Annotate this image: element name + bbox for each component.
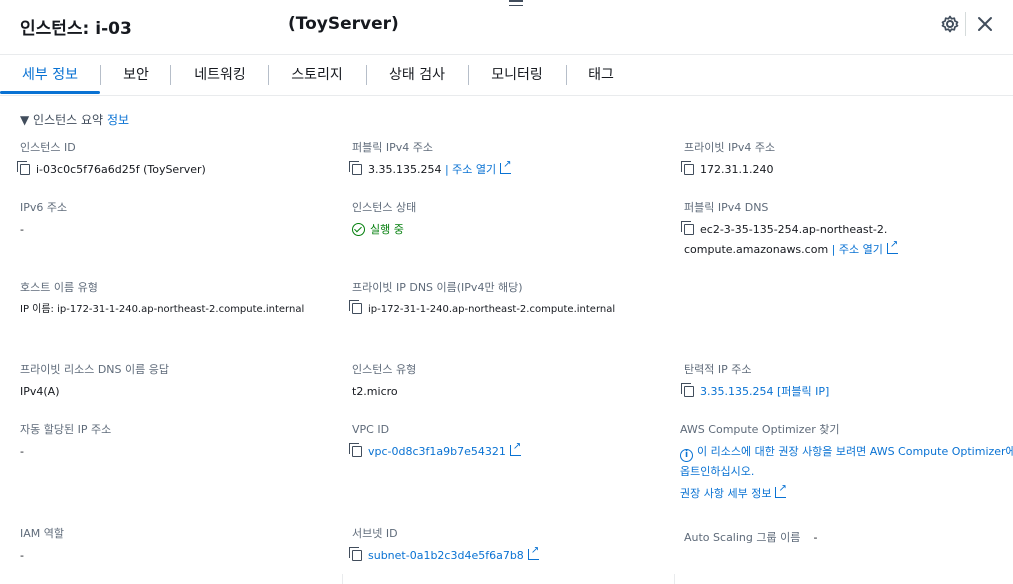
field-label: 호스트 이름 유형 bbox=[20, 281, 98, 294]
tab-details[interactable]: 세부 정보 bbox=[0, 55, 100, 95]
instance-server-name: (ToyServer) bbox=[288, 14, 399, 34]
field-label: 서브넷 ID bbox=[352, 527, 398, 540]
answer-private-dns-value: IPv4(A) bbox=[20, 385, 60, 398]
external-link-icon bbox=[509, 439, 521, 456]
copy-icon[interactable] bbox=[349, 300, 362, 314]
tab-tags[interactable]: 태그 bbox=[566, 55, 636, 95]
field-public-dns: 퍼블릭 IPv4 DNS ec2-3-35-135-254.ap-northea… bbox=[681, 200, 994, 258]
private-ipv4-value: 172.31.1.240 bbox=[700, 163, 774, 176]
field-private-dns-name: 프라이빗 IP DNS 이름(IPv4만 해당) ip-172-31-1-240… bbox=[349, 280, 662, 318]
settings-gear-icon[interactable] bbox=[940, 14, 960, 34]
copy-icon[interactable] bbox=[349, 547, 362, 561]
field-label: IPv6 주소 bbox=[20, 201, 68, 214]
field-label: 탄력적 IP 주소 bbox=[684, 363, 752, 376]
field-instance-type: 인스턴스 유형 t2.micro bbox=[352, 362, 662, 400]
field-label: AWS Compute Optimizer 찾기 bbox=[680, 423, 840, 436]
copy-icon[interactable] bbox=[681, 161, 694, 175]
public-dns-value-cont: compute.amazonaws.com bbox=[684, 243, 829, 256]
tab-monitoring[interactable]: 모니터링 bbox=[468, 55, 566, 95]
field-label: IAM 역할 bbox=[20, 527, 64, 540]
private-dns-name-value: ip-172-31-1-240.ap-northeast-2.compute.i… bbox=[368, 304, 616, 315]
public-dns-value: ec2-3-35-135-254.ap-northeast-2. bbox=[700, 223, 888, 236]
field-public-ipv4: 퍼블릭 IPv4 주소 3.35.135.254 | 주소 열기 bbox=[349, 140, 662, 178]
external-link-icon bbox=[775, 481, 787, 498]
copy-icon[interactable] bbox=[349, 161, 362, 175]
open-address-link[interactable]: | 주소 열기 bbox=[445, 163, 496, 176]
section-title[interactable]: ▼ 인스턴스 요약 정보 bbox=[20, 111, 129, 128]
public-ipv4-value: 3.35.135.254 bbox=[368, 163, 442, 176]
field-hostname-type: 호스트 이름 유형 IP 이름: ip-172-31-1-240.ap-nort… bbox=[20, 280, 330, 318]
field-label: 자동 할당된 IP 주소 bbox=[20, 423, 112, 436]
vpc-id-link[interactable]: vpc-0d8c3f1a9b7e54321 bbox=[368, 445, 506, 458]
drag-handle[interactable] bbox=[509, 0, 523, 10]
external-link-icon bbox=[500, 157, 512, 174]
subnet-id-link[interactable]: subnet-0a1b2c3d4e5f6a7b8 bbox=[368, 549, 524, 562]
info-icon: i bbox=[680, 449, 693, 462]
instance-title: 인스턴스: i-03 bbox=[20, 19, 132, 39]
copy-icon[interactable] bbox=[681, 221, 694, 235]
tab-networking[interactable]: 네트워킹 bbox=[172, 55, 268, 95]
column-divider bbox=[342, 574, 343, 584]
close-icon[interactable] bbox=[975, 14, 995, 34]
info-link[interactable]: 정보 bbox=[107, 113, 129, 127]
field-ipv6: IPv6 주소 - bbox=[20, 200, 330, 238]
detail-tabs: 세부 정보 보안 네트워킹 스토리지 상태 검사 모니터링 태그 bbox=[0, 54, 1013, 96]
details-content: ▼ 인스턴스 요약 정보 인스턴스 ID i-03c0c5f76a6d25f (… bbox=[0, 96, 1013, 584]
field-private-ipv4: 프라이빗 IPv4 주소 172.31.1.240 bbox=[681, 140, 994, 178]
active-tab-indicator bbox=[0, 91, 100, 94]
section-title-text: ▼ 인스턴스 요약 bbox=[20, 113, 104, 127]
instance-type-value: t2.micro bbox=[352, 385, 398, 398]
ipv6-value: - bbox=[20, 223, 24, 236]
instance-state-value: 실행 중 bbox=[370, 223, 404, 236]
field-subnet-id: 서브넷 ID subnet-0a1b2c3d4e5f6a7b8 bbox=[349, 526, 662, 564]
field-label: 인스턴스 상태 bbox=[352, 201, 417, 214]
optimizer-opt-in-link-cont[interactable]: 옵트인하십시오. bbox=[680, 465, 754, 478]
iam-role-value: - bbox=[20, 549, 24, 562]
auto-ip-value: - bbox=[20, 445, 24, 458]
recommendation-details-link[interactable]: 권장 사항 세부 정보 bbox=[680, 487, 771, 500]
tab-status-checks[interactable]: 상태 검사 bbox=[366, 55, 468, 95]
field-label: VPC ID bbox=[352, 423, 390, 436]
auto-scaling-value: - bbox=[813, 531, 818, 544]
check-circle-icon bbox=[352, 223, 365, 236]
tab-storage[interactable]: 스토리지 bbox=[268, 55, 366, 95]
copy-icon[interactable] bbox=[681, 383, 694, 397]
panel-header: 인스턴스: i-03 (ToyServer) bbox=[0, 0, 1013, 54]
field-iam-role: IAM 역할 - bbox=[20, 526, 330, 564]
field-label: 프라이빗 IPv4 주소 bbox=[684, 141, 776, 154]
field-label: 인스턴스 ID bbox=[20, 141, 76, 154]
external-link-icon bbox=[527, 543, 539, 560]
field-vpc-id: VPC ID vpc-0d8c3f1a9b7e54321 bbox=[349, 422, 662, 460]
hostname-type-value: IP 이름: ip-172-31-1-240.ap-northeast-2.co… bbox=[20, 304, 305, 315]
external-link-icon bbox=[886, 237, 898, 254]
field-compute-optimizer: AWS Compute Optimizer 찾기 i 이 리소스에 대한 권장 사… bbox=[680, 422, 1013, 502]
instance-id-value: i-03c0c5f76a6d25f (ToyServer) bbox=[36, 163, 206, 176]
tab-divider bbox=[170, 65, 171, 85]
elastic-ip-link[interactable]: 3.35.135.254 [퍼블릭 IP] bbox=[700, 385, 829, 398]
field-answer-private-dns: 프라이빗 리소스 DNS 이름 응답 IPv4(A) bbox=[20, 362, 330, 400]
field-label: Auto Scaling 그룹 이름 bbox=[684, 531, 801, 544]
column-divider bbox=[674, 574, 675, 584]
copy-icon[interactable] bbox=[349, 443, 362, 457]
field-label: 프라이빗 리소스 DNS 이름 응답 bbox=[20, 363, 169, 376]
field-instance-state: 인스턴스 상태 실행 중 bbox=[352, 200, 662, 238]
optimizer-opt-in-link[interactable]: 이 리소스에 대한 권장 사항을 보려면 AWS Compute Optimiz… bbox=[697, 445, 1013, 458]
field-auto-ip: 자동 할당된 IP 주소 - bbox=[20, 422, 330, 460]
open-address-link[interactable]: | 주소 열기 bbox=[832, 243, 883, 256]
field-auto-scaling: Auto Scaling 그룹 이름 - bbox=[684, 526, 994, 546]
field-label: 퍼블릭 IPv4 DNS bbox=[684, 201, 769, 214]
field-elastic-ip: 탄력적 IP 주소 3.35.135.254 [퍼블릭 IP] bbox=[681, 362, 994, 400]
field-label: 퍼블릭 IPv4 주소 bbox=[352, 141, 433, 154]
tab-security[interactable]: 보안 bbox=[100, 55, 172, 95]
header-divider bbox=[965, 12, 966, 36]
field-label: 프라이빗 IP DNS 이름(IPv4만 해당) bbox=[352, 281, 523, 294]
field-instance-id: 인스턴스 ID i-03c0c5f76a6d25f (ToyServer) bbox=[17, 140, 330, 178]
field-label: 인스턴스 유형 bbox=[352, 363, 417, 376]
copy-icon[interactable] bbox=[17, 161, 30, 175]
